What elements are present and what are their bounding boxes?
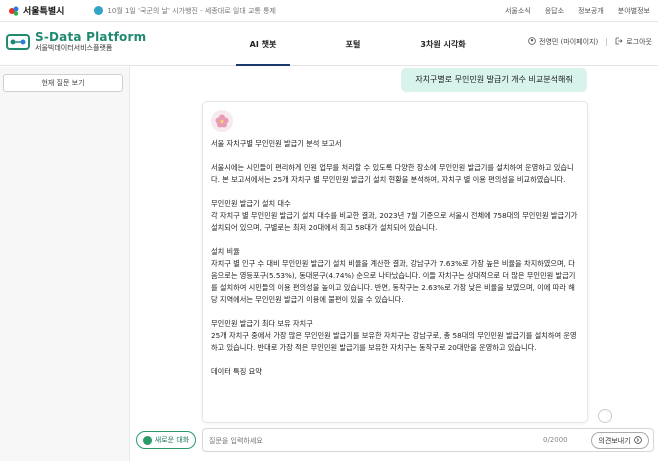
left-sidebar: 현재 질문 보기 (0, 67, 130, 461)
nav-portal[interactable]: 포털 (308, 39, 398, 50)
util-link-news[interactable]: 서울소식 (505, 6, 531, 16)
new-chat-button[interactable]: 새로운 대화 (136, 431, 196, 449)
view-questions-button[interactable]: 현재 질문 보기 (3, 74, 123, 92)
section-body: 각 자치구 별 무인민원 발급기 설치 대수를 비교한 결과, 2023년 7월… (211, 211, 578, 232)
user-icon (528, 37, 536, 47)
logout-link[interactable]: 로그아웃 (615, 37, 652, 47)
util-link-response[interactable]: 응답소 (545, 6, 564, 16)
arrow-circle-icon (633, 435, 642, 446)
send-feedback-button[interactable]: 의견보내기 (591, 432, 649, 449)
section-title: 설치 비율 (211, 247, 240, 256)
main-nav: AI 챗봇 포털 3차원 시각화 (218, 39, 488, 50)
user-area: 전영민 (마이페이지) 로그아웃 (528, 37, 652, 47)
brand-subtitle: 서울빅데이터서비스플랫폼 (35, 44, 113, 52)
answer-intro: 서울시에는 시민들이 편리하게 민원 업무를 처리할 수 있도록 다양한 장소에… (211, 163, 574, 184)
sdata-logo-icon (6, 30, 30, 54)
mypage-link[interactable]: 전영민 (마이페이지) (528, 37, 598, 47)
answer-title: 서울 자치구별 무인민원 발급기 분석 보고서 (211, 139, 342, 148)
divider (606, 38, 608, 46)
user-message-bubble: 자치구별로 무인민원 발급기 개수 비교분석해줘 (401, 68, 587, 92)
section-body: 자치구 별 인구 수 대비 무인민원 발급기 설치 비율을 계산한 결과, 강남… (211, 259, 576, 304)
new-chat-label: 새로운 대화 (154, 436, 190, 444)
scroll-down-button[interactable] (598, 409, 612, 423)
bot-answer-card: 서울 자치구별 무인민원 발급기 분석 보고서 서울시에는 시민들이 편리하게 … (202, 101, 588, 423)
seoul-logo-text: 서울특별시 (23, 7, 65, 17)
section-title: 데이터 특징 요약 (211, 367, 262, 376)
utility-links: 서울소식 응답소 정보공개 분야별정보 (505, 6, 650, 16)
section-body: 25개 자치구 중에서 가장 많은 무인민원 발급기를 보유한 자치구는 강남구… (211, 331, 577, 352)
section-title: 무인민원 발급기 설치 대수 (211, 199, 291, 208)
nav-active-underline (236, 64, 290, 66)
notice-ticker[interactable]: 10월 1일 '국군의 날' 시가행진 - 세종대로 일대 교통 통제 (94, 6, 276, 16)
answer-text: 서울 자치구별 무인민원 발급기 분석 보고서 서울시에는 시민들이 편리하게 … (211, 138, 579, 378)
nav-3d-visualization[interactable]: 3차원 시각화 (398, 39, 488, 50)
chat-bubble-icon (142, 435, 152, 445)
notice-icon (94, 6, 104, 15)
gov-top-bar: 서울특별시 10월 1일 '국군의 날' 시가행진 - 세종대로 일대 교통 통… (0, 0, 658, 22)
brand-logo[interactable]: S-Data Platform 서울빅데이터서비스플랫폼 (6, 30, 146, 54)
util-link-categories[interactable]: 분야별정보 (618, 6, 650, 16)
chat-input-bar: 0/2000 의견보내기 (202, 428, 654, 452)
logout-icon (615, 37, 623, 47)
notice-text[interactable]: 10월 1일 '국군의 날' 시가행진 - 세종대로 일대 교통 통제 (107, 6, 276, 16)
site-header: S-Data Platform 서울빅데이터서비스플랫폼 AI 챗봇 포털 3차… (0, 22, 658, 66)
section-title: 무인민원 발급기 최다 보유 자치구 (211, 319, 313, 328)
user-name: 전영민 (마이페이지) (539, 38, 599, 46)
util-link-disclosure[interactable]: 정보공개 (578, 6, 604, 16)
nav-ai-chatbot[interactable]: AI 챗봇 (218, 39, 308, 50)
question-input[interactable] (209, 433, 509, 448)
bot-avatar (211, 110, 233, 132)
brand-title: S-Data Platform (35, 30, 147, 44)
char-counter: 0/2000 (543, 436, 568, 444)
seoul-emblem-icon (8, 5, 20, 17)
logout-label: 로그아웃 (626, 38, 652, 46)
send-label: 의견보내기 (598, 436, 631, 445)
seoul-logo[interactable]: 서울특별시 (8, 4, 64, 17)
